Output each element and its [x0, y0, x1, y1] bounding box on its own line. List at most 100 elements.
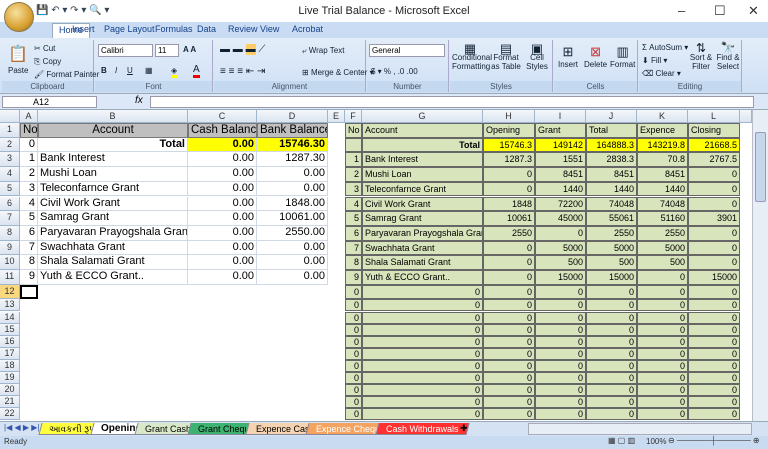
active-cell-A12[interactable] [20, 284, 38, 300]
right-table-cell[interactable]: No [345, 123, 362, 138]
right-table-cell[interactable]: 0 [688, 323, 740, 336]
right-table-cell[interactable]: 143219.8 [637, 137, 688, 153]
right-table-cell[interactable]: 0 [345, 359, 362, 372]
right-table-cell[interactable]: 0 [637, 335, 688, 348]
left-row-cell[interactable]: 0.00 [257, 167, 328, 182]
left-row-cell[interactable]: 1 [20, 152, 38, 168]
maximize-icon[interactable]: ☐ [714, 3, 726, 19]
right-table-cell[interactable]: 2550 [586, 225, 637, 241]
right-table-cell[interactable]: 0 [345, 299, 362, 312]
left-row-cell[interactable]: 3 [20, 181, 38, 197]
row-header-4[interactable]: 4 [0, 167, 20, 182]
left-row-cell[interactable]: Civil Work Grant [38, 196, 188, 212]
right-table-cell[interactable]: 1440 [637, 181, 688, 197]
column-header-G[interactable]: G [362, 110, 483, 123]
clear-button[interactable]: ⌫ Clear ▾ [642, 69, 681, 78]
left-row-cell[interactable]: 9 [20, 270, 38, 285]
right-table-cell[interactable]: 2550 [483, 225, 535, 241]
left-row-cell[interactable]: 1287.30 [257, 152, 328, 168]
italic-button[interactable]: I [115, 66, 117, 75]
right-table-cell[interactable]: 74048 [637, 196, 688, 212]
right-table-cell[interactable]: 0 [586, 359, 637, 372]
right-table-cell[interactable]: 0 [535, 408, 586, 421]
find-select-button[interactable]: 🔭 Find & Select [715, 42, 741, 71]
left-row-cell[interactable]: 0.00 [257, 255, 328, 270]
cut-button[interactable]: ✂ Cut [34, 44, 55, 53]
row-header-18[interactable]: 18 [0, 359, 20, 372]
insert-button[interactable]: ⊞ Insert [558, 44, 578, 69]
select-all-button[interactable] [0, 110, 20, 123]
font-size-select[interactable]: 11 [155, 44, 179, 57]
right-table-cell[interactable]: Swachhata Grant [362, 240, 483, 256]
right-table-cell[interactable]: 0 [637, 323, 688, 336]
horizontal-align-icons[interactable]: ≡ ≡ ≡ ⇤ ⇥ [220, 66, 265, 77]
wrap-text-button[interactable]: ⤶ Wrap Text [302, 46, 344, 56]
left-row-cell[interactable]: 0.00 [188, 196, 257, 212]
right-table-cell[interactable]: 0 [586, 347, 637, 360]
right-table-cell[interactable]: Total [586, 123, 637, 138]
left-row-cell[interactable]: 0.00 [188, 270, 257, 285]
right-table-cell[interactable]: 5 [345, 211, 362, 226]
right-table-cell[interactable]: 0 [637, 299, 688, 312]
right-table-cell[interactable]: 0 [586, 311, 637, 324]
row-header-1[interactable]: 1 [0, 123, 20, 138]
row-header-6[interactable]: 6 [0, 196, 20, 212]
right-table-cell[interactable]: 0 [637, 408, 688, 421]
right-table-cell[interactable]: 15000 [535, 270, 586, 285]
right-table-cell[interactable]: Closing [688, 123, 740, 138]
right-table-cell[interactable]: 2838.3 [586, 152, 637, 168]
right-table-cell[interactable]: 0 [483, 408, 535, 421]
right-table-cell[interactable]: Account [362, 123, 483, 138]
right-table-cell[interactable]: 0 [688, 347, 740, 360]
left-row-cell[interactable]: 0.00 [188, 255, 257, 270]
right-table-cell[interactable]: 9 [345, 270, 362, 285]
right-table-cell[interactable]: 0 [688, 196, 740, 212]
right-table-cell[interactable]: 0 [483, 359, 535, 372]
right-table-cell[interactable]: 0 [688, 384, 740, 397]
left-row-cell[interactable]: 0.00 [257, 181, 328, 197]
right-table-cell[interactable]: 0 [362, 311, 483, 324]
right-table-cell[interactable]: 8451 [535, 167, 586, 182]
row-header-11[interactable]: 11 [0, 270, 20, 285]
autosum-button[interactable]: Σ AutoSum ▾ [642, 43, 688, 52]
right-table-cell[interactable]: 70.8 [637, 152, 688, 168]
left-row-cell[interactable]: 0.00 [257, 240, 328, 256]
number-format-select[interactable]: General [369, 44, 445, 57]
right-table-cell[interactable]: 0 [483, 284, 535, 300]
bold-button[interactable]: B [101, 66, 107, 75]
right-table-cell[interactable]: 0 [637, 284, 688, 300]
row-header-2[interactable]: 2 [0, 137, 20, 153]
right-table-cell[interactable]: 55061 [586, 211, 637, 226]
right-table-cell[interactable]: 6 [345, 225, 362, 241]
right-table-cell[interactable]: 8 [345, 255, 362, 270]
right-table-cell[interactable]: 0 [483, 240, 535, 256]
right-table-cell[interactable]: 0 [345, 323, 362, 336]
left-row-cell[interactable]: Mushi Loan [38, 167, 188, 182]
row-header-8[interactable]: 8 [0, 225, 20, 241]
right-table-cell[interactable]: 0 [586, 384, 637, 397]
right-table-cell[interactable]: 164888.3 [586, 137, 637, 153]
right-table-cell[interactable]: 0 [362, 284, 483, 300]
left-row-cell[interactable]: Bank Interest [38, 152, 188, 168]
row-header-14[interactable]: 14 [0, 311, 20, 324]
left-row-cell[interactable]: 0.00 [188, 181, 257, 197]
function-icon[interactable]: fx [135, 95, 143, 106]
left-header-1[interactable]: Account [38, 123, 188, 138]
office-button[interactable] [4, 2, 34, 32]
left-row-cell[interactable]: 0.00 [188, 211, 257, 226]
vertical-align-icons[interactable]: ▬ ▬ ▬ ⟋ [220, 44, 265, 55]
horizontal-scrollbar[interactable] [528, 423, 752, 435]
right-table-cell[interactable]: 1848 [483, 196, 535, 212]
right-table-cell[interactable]: 5000 [535, 240, 586, 256]
right-table-cell[interactable]: 0 [688, 225, 740, 241]
row-header-22[interactable]: 22 [0, 408, 20, 421]
right-table-cell[interactable]: Opening [483, 123, 535, 138]
column-header-A[interactable]: A [20, 110, 38, 123]
right-table-cell[interactable]: 0 [637, 347, 688, 360]
right-table-cell[interactable]: 0 [535, 311, 586, 324]
left-row-cell[interactable]: 0.00 [188, 240, 257, 256]
right-table-cell[interactable]: 0 [637, 384, 688, 397]
left-row-cell[interactable]: 2550.00 [257, 225, 328, 241]
right-table-cell[interactable]: 51160 [637, 211, 688, 226]
right-table-cell[interactable]: 2550 [637, 225, 688, 241]
